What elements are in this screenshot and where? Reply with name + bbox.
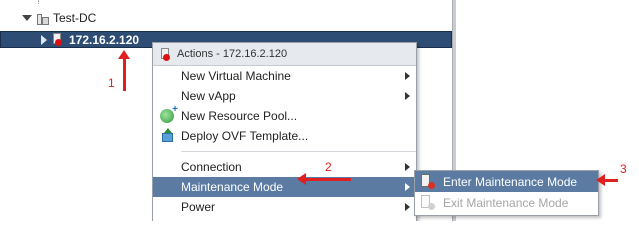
expand-right-icon[interactable]: [41, 34, 47, 45]
menu-item-label: Connection: [181, 160, 242, 174]
tree-connector-line: [38, 0, 40, 4]
menu-item-power[interactable]: Power: [153, 197, 416, 217]
menu-item-label: Power: [181, 200, 216, 214]
host-warning-icon: [161, 47, 172, 61]
context-menu-header: Actions - 172.16.2.120: [153, 43, 416, 66]
actions-context-menu: Actions - 172.16.2.120 New Virtual Machi…: [152, 42, 417, 221]
exit-maintenance-icon: [419, 195, 435, 211]
menu-item-connection[interactable]: Connection: [153, 157, 416, 177]
submenu-arrow-icon: [405, 163, 410, 171]
annotation-step-2: 2: [325, 160, 332, 174]
menu-item-label: Enter Maintenance Mode: [443, 174, 578, 189]
menu-item-maintenance-mode[interactable]: Maintenance Mode: [153, 177, 416, 197]
submenu-arrow-icon: [405, 72, 410, 80]
menu-item-label: New Virtual Machine: [181, 69, 291, 83]
host-warning-icon: [53, 33, 63, 46]
menu-item-deploy-ovf-template[interactable]: Deploy OVF Template...: [153, 126, 416, 146]
menu-item-label: Exit Maintenance Mode: [443, 195, 569, 210]
menu-separator: [181, 151, 416, 152]
menu-item-label: New vApp: [181, 89, 236, 103]
enter-maintenance-icon: [419, 174, 435, 190]
annotation-arrow-left-icon: [596, 174, 618, 186]
menu-item-new-vapp[interactable]: New vApp: [153, 86, 416, 106]
menu-item-label: New Resource Pool...: [181, 109, 298, 123]
context-menu-title: Actions - 172.16.2.120: [177, 48, 288, 60]
maintenance-mode-submenu: Enter Maintenance Mode Exit Maintenance …: [414, 170, 599, 216]
datacenter-icon: [37, 12, 49, 25]
menu-item-new-resource-pool[interactable]: New Resource Pool...: [153, 104, 416, 126]
annotation-step-3: 3: [620, 162, 627, 176]
submenu-arrow-icon: [405, 203, 410, 211]
menu-item-enter-maintenance-mode[interactable]: Enter Maintenance Mode: [415, 171, 598, 192]
annotation-arrow-up-icon: [118, 50, 130, 91]
resource-pool-icon: [159, 104, 178, 124]
vsphere-inventory-view: Test-DC 172.16.2.120 1 Actions - 172.16.…: [0, 0, 639, 221]
submenu-arrow-icon: [405, 92, 410, 100]
menu-item-label: Deploy OVF Template...: [181, 129, 309, 143]
submenu-arrow-icon: [405, 183, 410, 191]
tree-item-datacenter[interactable]: Test-DC: [22, 9, 96, 27]
host-label: 172.16.2.120: [69, 32, 140, 47]
annotation-step-1: 1: [108, 76, 115, 90]
deploy-ovf-icon: [159, 128, 175, 144]
expand-down-icon[interactable]: [22, 15, 32, 21]
menu-item-exit-maintenance-mode[interactable]: Exit Maintenance Mode: [415, 192, 598, 213]
annotation-arrow-left-icon: [297, 173, 351, 185]
menu-item-new-virtual-machine[interactable]: New Virtual Machine: [153, 66, 416, 86]
datacenter-label: Test-DC: [53, 11, 97, 25]
